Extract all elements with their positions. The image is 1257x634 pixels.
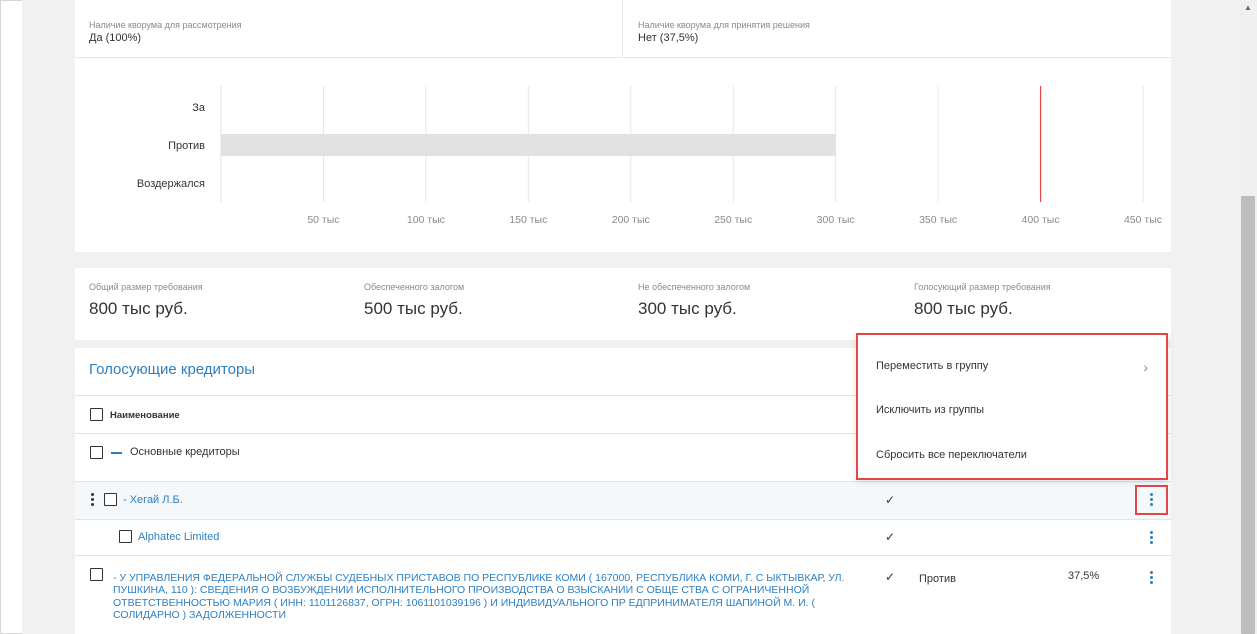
check-mark: ✓ (885, 493, 896, 507)
quorum-decision-label: Наличие кворума для принятия решения (638, 20, 810, 30)
total-claim-label: Общий размер требования (89, 282, 203, 292)
creditors-title: Голосующие кредиторы (89, 361, 256, 378)
x-tick-label: 100 тыс (407, 214, 445, 226)
row-checkbox[interactable] (104, 493, 117, 506)
total-claim: Общий размер требования 800 тыс руб. (89, 282, 203, 320)
check-mark: ✓ (885, 530, 896, 544)
x-tick-label: 200 тыс (612, 214, 650, 226)
quorum-decision: Наличие кворума для принятия решения Нет… (623, 0, 1171, 57)
unsecured-claim-value: 300 тыс руб. (638, 299, 737, 318)
secured-claim-label: Обеспеченного залогом (364, 282, 465, 292)
check-mark: ✓ (885, 570, 896, 584)
row-menu-icon[interactable] (1144, 568, 1160, 588)
vote-value: Против (919, 573, 956, 585)
x-tick-label: 50 тыс (307, 214, 339, 226)
x-tick-label: 250 тыс (714, 214, 752, 226)
select-all-checkbox[interactable] (90, 408, 103, 421)
scrollbar-thumb[interactable] (1241, 196, 1255, 634)
x-tick-label: 400 тыс (1022, 214, 1060, 226)
total-claim-value: 800 тыс руб. (89, 299, 188, 318)
collapse-group-icon[interactable] (111, 452, 122, 454)
unsecured-claim-label: Не обеспеченного залогом (638, 282, 751, 292)
row-menu-icon[interactable] (1144, 490, 1160, 510)
secured-claim: Обеспеченного залогом 500 тыс руб. (364, 282, 464, 320)
divider (75, 555, 1171, 556)
row-context-menu: Переместить в группу › Исключить из груп… (856, 333, 1168, 480)
x-tick-label: 350 тыс (919, 214, 957, 226)
quorum-consideration: Наличие кворума для рассмотрения Да (100… (75, 0, 623, 57)
row-menu-icon[interactable] (1144, 528, 1160, 548)
vote-chart: 50 тыс 100 тыс 150 тыс 200 тыс 250 тыс 300 ты… (137, 86, 1162, 226)
creditor-name-link[interactable]: Alphatec Limited (138, 531, 219, 544)
secured-claim-value: 500 тыс руб. (364, 299, 463, 318)
vote-percent: 37,5% (1068, 570, 1100, 582)
quorum-consideration-label: Наличие кворума для рассмотрения (89, 20, 242, 30)
group-label: Основные кредиторы (130, 446, 240, 458)
quorum-card: Наличие кворума для рассмотрения Да (100… (75, 0, 1171, 252)
menu-item-exclude-from-group[interactable]: Исключить из группы (876, 403, 984, 417)
x-tick-label: 450 тыс (1124, 214, 1162, 226)
bar (221, 134, 836, 156)
x-tick-label: 300 тыс (817, 214, 855, 226)
selected-row-highlight (75, 481, 1171, 519)
voting-claim-label: Голосующий размер требования (914, 282, 1051, 292)
row-checkbox[interactable] (119, 530, 132, 543)
creditor-name-link[interactable]: - У УПРАВЛЕНИЯ ФЕДЕРАЛЬНОЙ СЛУЖБЫ СУДЕБН… (113, 572, 873, 621)
divider (75, 519, 1171, 520)
x-tick-label: 150 тыс (509, 214, 547, 226)
group-checkbox[interactable] (90, 446, 103, 459)
row-checkbox[interactable] (90, 568, 103, 581)
y-category-label: За (192, 102, 206, 114)
scroll-up-icon[interactable]: ▲ (1242, 2, 1254, 14)
divider (75, 481, 1171, 482)
column-name-header: Наименование (110, 410, 180, 421)
y-category-label: Против (168, 140, 205, 152)
quorum-decision-value: Нет (37,5%) (638, 32, 699, 44)
totals-card: Общий размер требования 800 тыс руб. Обе… (75, 268, 1171, 340)
y-category-label: Воздержался (137, 178, 205, 190)
creditor-name-link[interactable]: - Хегай Л.Б. (123, 494, 183, 507)
voting-claim-value: 800 тыс руб. (914, 299, 1013, 318)
menu-item-move-to-group[interactable]: Переместить в группу (876, 359, 988, 373)
unsecured-claim: Не обеспеченного залогом 300 тыс руб. (638, 282, 750, 320)
menu-item-reset-switches[interactable]: Сбросить все переключатели (876, 448, 1027, 462)
quorum-consideration-value: Да (100%) (89, 32, 142, 44)
drag-handle-icon[interactable] (85, 490, 101, 510)
chevron-right-icon: › (1143, 359, 1148, 375)
voting-claim: Голосующий размер требования 800 тыс руб… (914, 282, 1051, 320)
